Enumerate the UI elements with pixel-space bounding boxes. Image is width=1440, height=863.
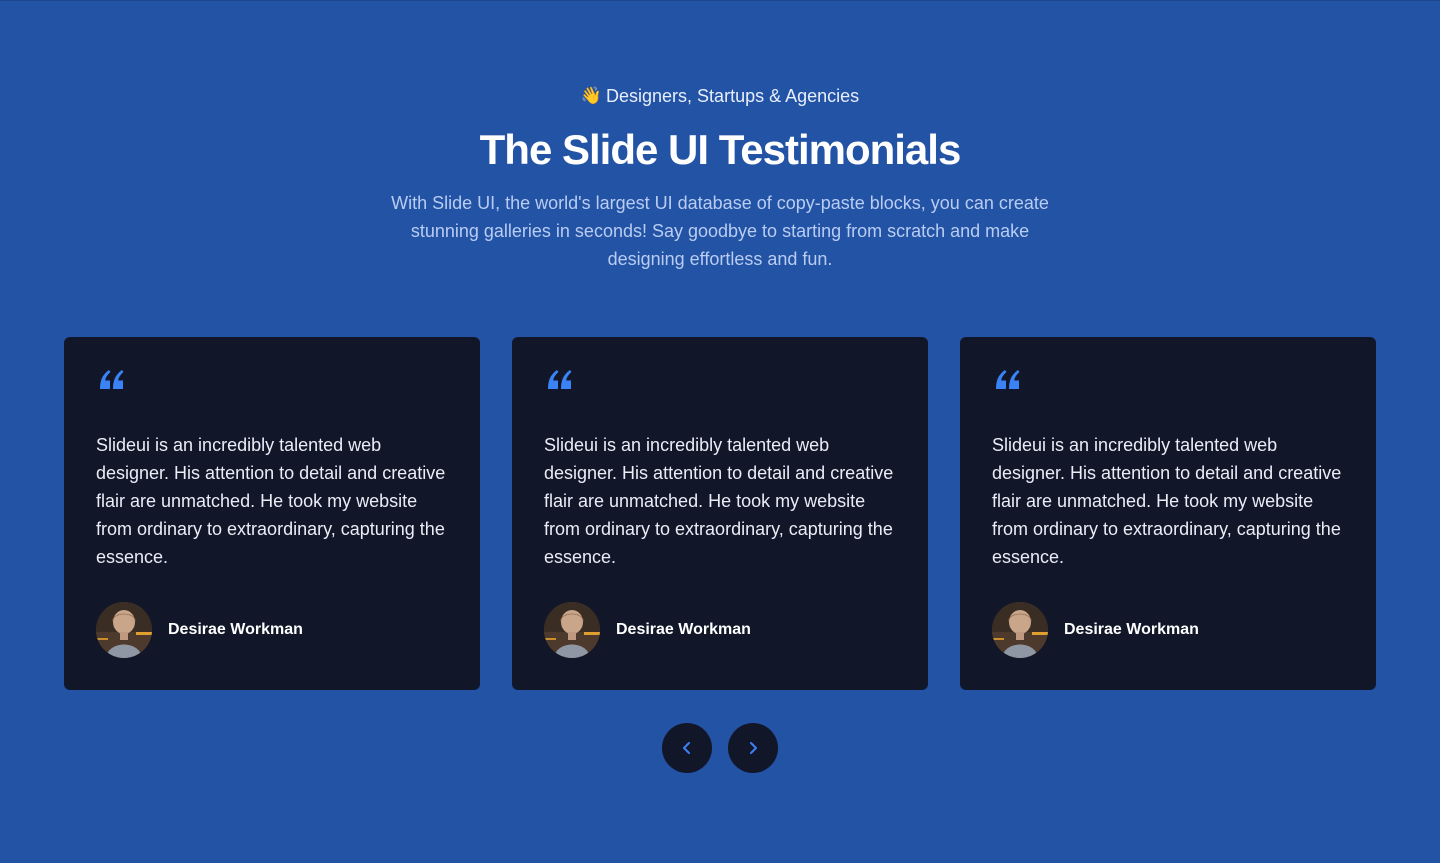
testimonial-author: Desirae Workman <box>96 602 303 658</box>
testimonial-card: Slideui is an incredibly talented web de… <box>64 337 480 690</box>
author-name: Desirae Workman <box>1064 621 1199 638</box>
previous-button[interactable] <box>662 723 712 773</box>
quote-icon <box>548 370 572 389</box>
testimonial-text: Slideui is an incredibly talented web de… <box>544 435 894 567</box>
eyebrow-text: Designers, Startups & Agencies <box>606 86 860 106</box>
testimonial-text: Slideui is an incredibly talented web de… <box>992 435 1342 567</box>
testimonial-author: Desirae Workman <box>992 602 1199 658</box>
quote-icon <box>996 370 1020 389</box>
next-button[interactable] <box>728 723 778 773</box>
avatar <box>992 602 1048 658</box>
author-name: Desirae Workman <box>168 621 303 638</box>
page-description: With Slide UI, the world's largest UI da… <box>391 193 1049 269</box>
testimonial-author: Desirae Workman <box>544 602 751 658</box>
quote-icon <box>100 370 124 389</box>
waving-hand-icon: 👋 <box>580 86 603 105</box>
testimonial-card: Slideui is an incredibly talented web de… <box>512 337 928 690</box>
eyebrow: 👋 Designers, Startups & Agencies <box>0 84 1440 108</box>
chevron-right-icon <box>750 742 757 754</box>
page-title: The Slide UI Testimonials <box>479 126 962 173</box>
chevron-left-icon <box>683 742 690 754</box>
testimonial-card: Slideui is an incredibly talented web de… <box>960 337 1376 690</box>
author-name: Desirae Workman <box>616 621 751 638</box>
avatar <box>544 602 600 658</box>
avatar <box>96 602 152 658</box>
testimonial-carousel: Slideui is an incredibly talented web de… <box>64 337 1376 690</box>
top-border <box>0 0 1440 1</box>
testimonial-text: Slideui is an incredibly talented web de… <box>96 435 446 567</box>
carousel-navigation <box>662 723 778 773</box>
